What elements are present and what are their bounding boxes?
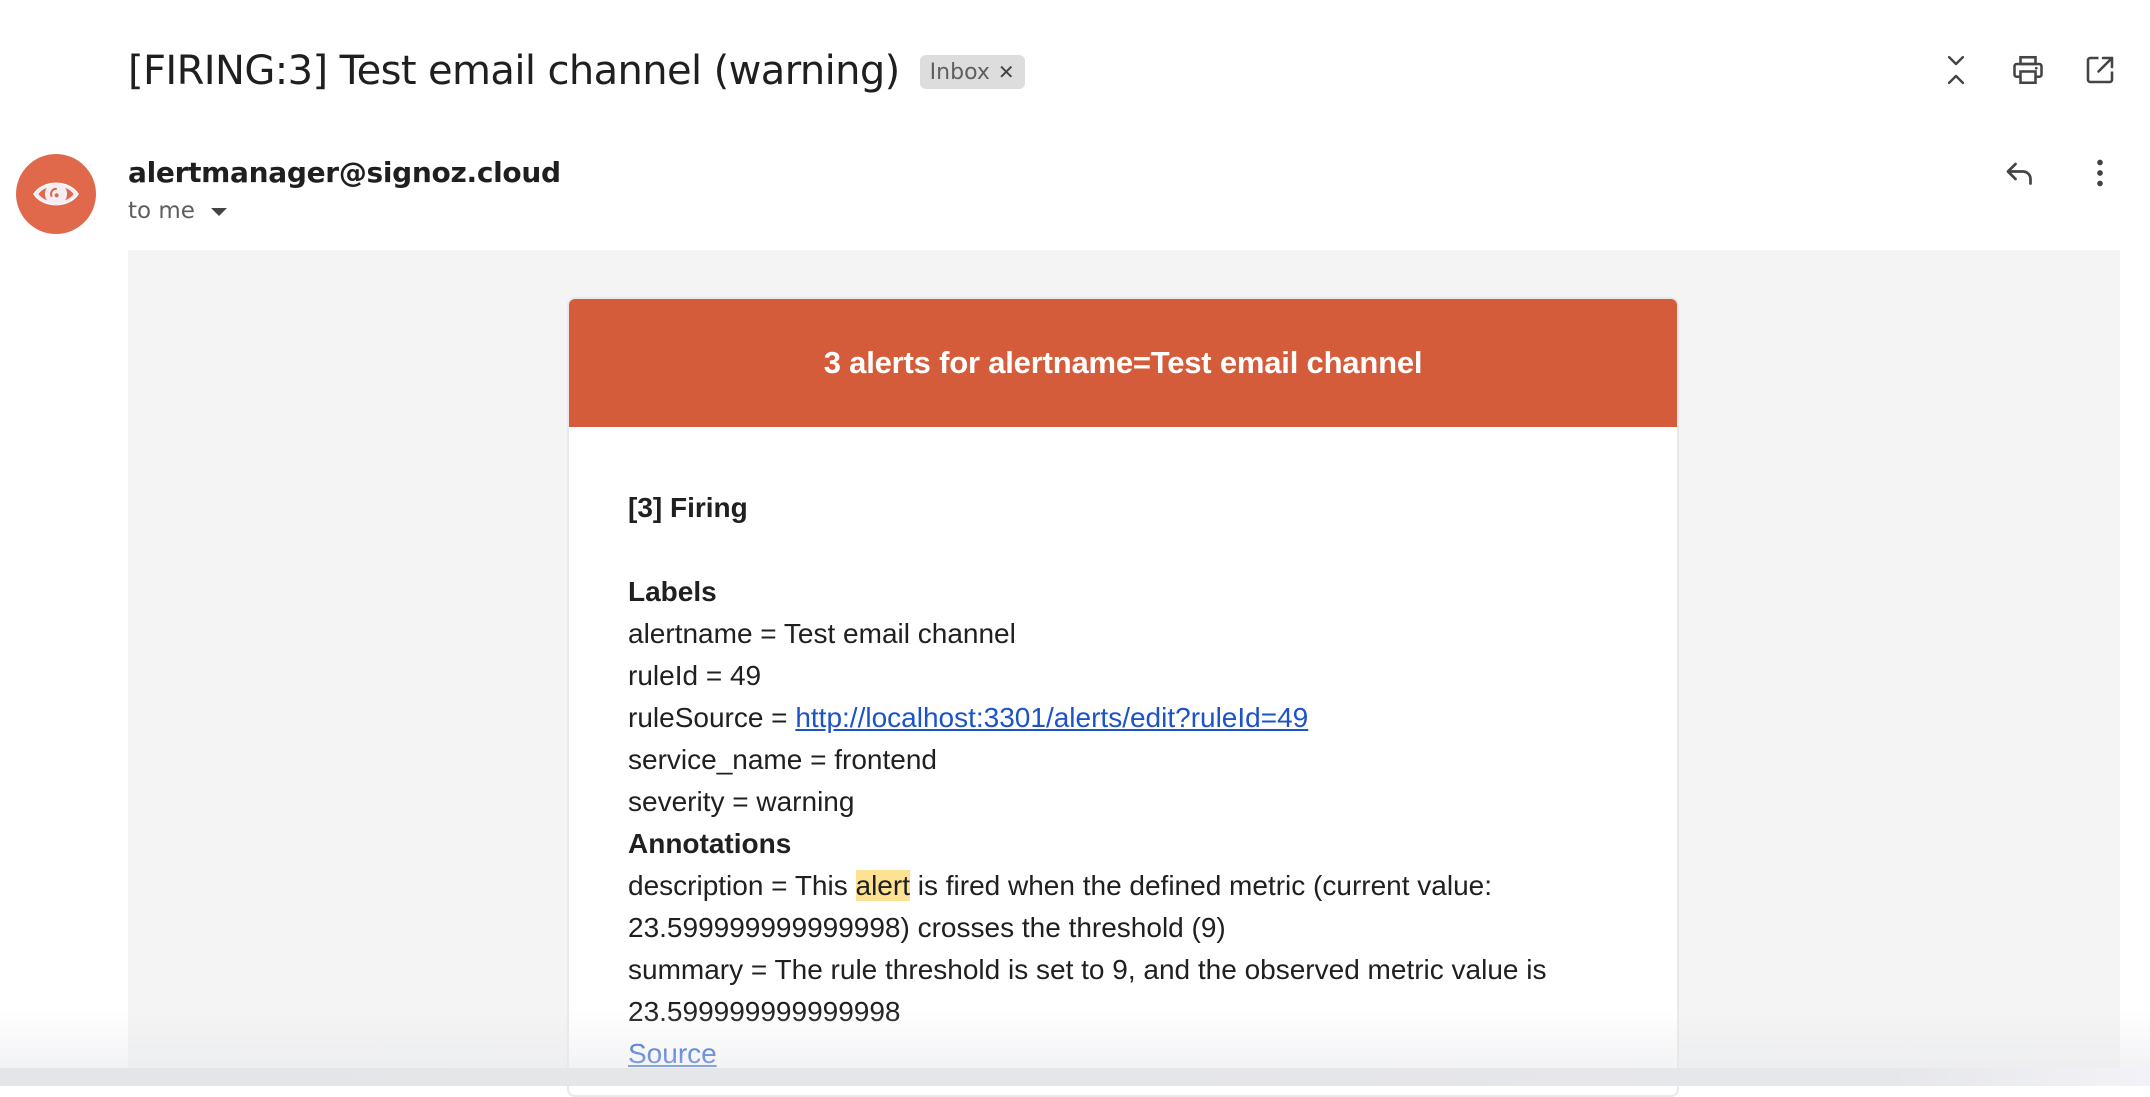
label-value: warning: [756, 786, 855, 817]
annotations-heading: Annotations: [628, 828, 792, 859]
firing-heading: [3] Firing: [628, 492, 748, 523]
label-value: Test email channel: [783, 618, 1016, 649]
sender-email[interactable]: alertmanager@signoz.cloud: [128, 156, 561, 189]
label-value: frontend: [834, 744, 937, 775]
inbox-label-chip[interactable]: Inbox ✕: [919, 55, 1025, 89]
label-value: 49: [729, 660, 762, 691]
label-row: ruleId = 49: [628, 660, 762, 691]
sender-avatar[interactable]: [16, 154, 96, 234]
email-subject: [FIRING:3] Test email channel (warning): [128, 48, 900, 94]
more-options-button[interactable]: [2076, 149, 2124, 197]
alert-details: [3] Firing Labels alertname = Test email…: [569, 487, 1677, 1075]
collapse-all-button[interactable]: [1932, 46, 1980, 94]
alert-card: 3 alerts for alertname=Test email channe…: [567, 297, 1679, 1097]
annotation-description: description = This alert is fired when t…: [628, 870, 1493, 943]
close-icon[interactable]: ✕: [998, 62, 1015, 82]
alert-banner: 3 alerts for alertname=Test email channe…: [569, 299, 1677, 427]
print-icon: [2013, 55, 2043, 85]
eye-icon: [33, 182, 79, 206]
annotation-summary: summary = The rule threshold is set to 9…: [628, 954, 1547, 1027]
more-vert-icon: [2097, 159, 2103, 187]
print-all-button[interactable]: [2004, 46, 2052, 94]
recipient-details-toggle[interactable]: to me: [128, 198, 227, 224]
source-link[interactable]: Source: [628, 1038, 717, 1069]
label-row: service_name = frontend: [628, 744, 937, 775]
label-row: severity = warning: [628, 786, 855, 817]
recipient-text: to me: [128, 198, 195, 224]
reply-button[interactable]: [1996, 149, 2044, 197]
labels-heading: Labels: [628, 576, 717, 607]
open-in-new-icon: [2086, 56, 2114, 84]
subject-row: [FIRING:3] Test email channel (warning) …: [128, 36, 1025, 106]
label-row: alertname = Test email channel: [628, 618, 1016, 649]
search-highlight: alert: [855, 870, 910, 901]
caret-down-icon: [210, 208, 227, 216]
unfold-less-icon: [1947, 55, 1965, 85]
bottom-bar: [0, 1068, 2150, 1086]
rule-source-link[interactable]: http://localhost:3301/alerts/edit?ruleId…: [795, 702, 1308, 733]
reply-icon: [2006, 162, 2032, 185]
inbox-label-text: Inbox: [929, 59, 990, 85]
label-row: ruleSource = http://localhost:3301/alert…: [628, 702, 1309, 733]
open-in-new-window-button[interactable]: [2076, 46, 2124, 94]
